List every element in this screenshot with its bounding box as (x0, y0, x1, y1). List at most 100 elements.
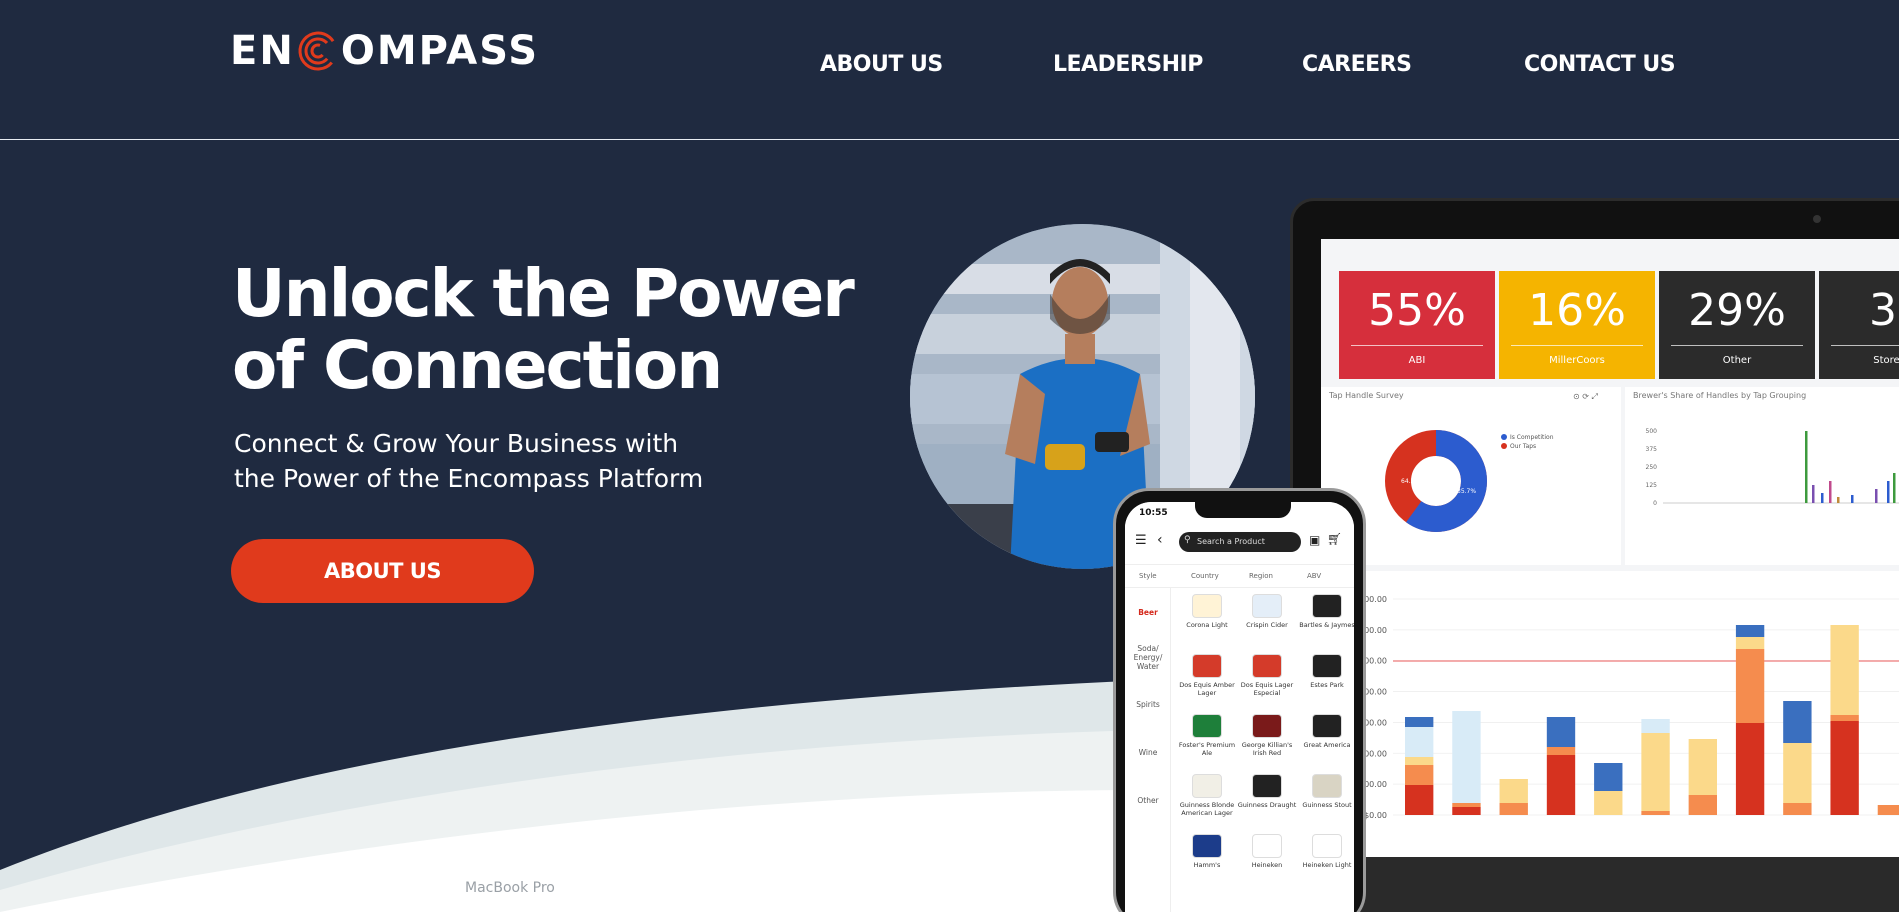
phone-app-header: 10:55 ☰ ‹ Search a Product ⚲ ▣ 🛒︎ (1125, 502, 1354, 562)
stacked-bar-segment (1735, 723, 1765, 815)
product-name: Heineken Light (1302, 861, 1352, 869)
small-bar (1821, 493, 1824, 503)
save-icon[interactable]: ▣ (1309, 533, 1320, 547)
product-name: Bartles & Jaymes (1299, 621, 1354, 629)
nav-leadership[interactable]: LEADERSHIP (1053, 52, 1203, 77)
small-bar (1805, 431, 1808, 503)
product-tile[interactable]: Guinness Stout (1297, 774, 1354, 809)
product-tile[interactable]: Bartles & Jaymes (1297, 594, 1354, 629)
product-tile[interactable]: Hamm's (1177, 834, 1237, 869)
hero-title-line1: Unlock the Power (232, 255, 855, 332)
product-tile[interactable]: Dos Equis Lager Especial (1237, 654, 1297, 697)
category-soda[interactable]: Soda/ Energy/ Water (1125, 644, 1171, 671)
stacked-bar-segment (1783, 803, 1812, 815)
laptop-brand-label: MacBook Pro (465, 880, 555, 896)
product-tile[interactable]: George Killian's Irish Red (1237, 714, 1297, 757)
product-tile[interactable]: Dos Equis Amber Lager (1177, 654, 1237, 697)
cart-icon[interactable]: 🛒︎ (1327, 532, 1342, 546)
product-logo-icon (1252, 654, 1282, 678)
kpi-value: 55% (1368, 285, 1466, 336)
product-name: Estes Park (1310, 681, 1344, 689)
stacked-bar-segment (1499, 803, 1528, 815)
donut-label: 64.2% (1401, 478, 1420, 485)
small-bar (1875, 489, 1878, 503)
stacked-bar-segment (1783, 743, 1812, 803)
product-name: Guinness Draught (1237, 801, 1297, 809)
product-name: Guinness Blonde American Lager (1179, 801, 1235, 817)
nav-contact-us[interactable]: CONTACT US (1524, 52, 1676, 77)
laptop-base (1293, 857, 1899, 912)
panel-title: Tap Handle Survey (1329, 391, 1404, 400)
product-tile[interactable]: Heineken Light (1297, 834, 1354, 869)
product-logo-icon (1192, 594, 1222, 618)
logo-text-right: OMPASS (340, 28, 540, 74)
product-tile[interactable]: Foster's Premium Ale (1177, 714, 1237, 757)
encompass-logo[interactable]: EN OMPASS (230, 26, 539, 76)
stacked-bar-segment (1405, 717, 1434, 727)
product-logo-icon (1192, 774, 1222, 798)
nav-about-us[interactable]: ABOUT US (820, 52, 943, 77)
kpi-card: 29% Other (1659, 271, 1815, 379)
tap-handle-panel: Tap Handle Survey 64.2% 35.7% Is Competi… (1321, 387, 1621, 565)
back-chevron-icon[interactable]: ‹ (1157, 532, 1163, 548)
stacked-bar-segment (1735, 649, 1765, 723)
product-logo-icon (1312, 654, 1342, 678)
filter-country[interactable]: Country (1191, 572, 1219, 580)
small-bar (1837, 497, 1840, 503)
hero-subtitle-line1: Connect & Grow Your Business with (234, 429, 679, 458)
product-logo-icon (1312, 714, 1342, 738)
small-bar (1829, 481, 1832, 503)
small-ytick-label: 375 (1646, 446, 1658, 453)
site-header: EN OMPASS ABOUT US LEADERSHIP CAREERS CO… (0, 0, 1899, 140)
stacked-bar-segment (1499, 779, 1528, 803)
product-name: Hamm's (1193, 861, 1221, 869)
stacked-bar-segment (1688, 795, 1717, 815)
search-icon: ⚲ (1184, 535, 1191, 545)
kpi-label: MillerCoors (1549, 355, 1605, 366)
filter-abv[interactable]: ABV (1307, 572, 1321, 580)
product-tile[interactable]: Guinness Draught (1237, 774, 1297, 809)
stacked-bar-segment (1546, 747, 1576, 755)
filter-region[interactable]: Region (1249, 572, 1273, 580)
stacked-bar-segment (1452, 807, 1481, 815)
stacked-bar-segment (1452, 803, 1481, 807)
donut-chart: 64.2% 35.7% Is Competition Our Taps ⊙ ⟳ … (1385, 392, 1598, 532)
stacked-bar-segment (1735, 637, 1765, 649)
laptop-camera (1813, 215, 1821, 223)
product-tile[interactable]: Great America (1297, 714, 1354, 749)
product-tile[interactable]: Crispin Cider (1237, 594, 1297, 629)
category-spirits[interactable]: Spirits (1125, 700, 1171, 709)
product-tile[interactable]: Estes Park (1297, 654, 1354, 689)
small-ytick-label: 250 (1646, 464, 1658, 471)
product-logo-icon (1312, 834, 1342, 858)
product-logo-icon (1192, 834, 1222, 858)
category-beer[interactable]: Beer (1125, 608, 1171, 617)
category-other[interactable]: Other (1125, 796, 1171, 805)
stacked-bar-segment (1594, 791, 1623, 815)
stacked-bar-segment (1546, 717, 1576, 747)
category-wine[interactable]: Wine (1125, 748, 1171, 757)
nav-careers[interactable]: CAREERS (1302, 52, 1412, 77)
kpi-card: 16% MillerCoors (1499, 271, 1655, 379)
product-logo-icon (1192, 714, 1222, 738)
small-ytick-label: 0 (1653, 500, 1657, 507)
stacked-bar-segment (1641, 811, 1670, 815)
panel-tools-icon: ⊙ ⟳ ⤢ (1573, 392, 1598, 401)
product-tile[interactable]: Heineken (1237, 834, 1297, 869)
filter-style[interactable]: Style (1139, 572, 1157, 580)
product-search-input[interactable]: Search a Product (1179, 532, 1301, 552)
phone-screen: 10:55 ☰ ‹ Search a Product ⚲ ▣ 🛒︎ Style … (1125, 502, 1354, 912)
stacked-bar-segment (1405, 785, 1434, 815)
product-logo-icon (1312, 774, 1342, 798)
ytick-label: $0.00 (1364, 811, 1387, 820)
product-tile[interactable]: Corona Light (1177, 594, 1237, 629)
product-tile[interactable]: Guinness Blonde American Lager (1177, 774, 1237, 817)
kpi-label: Stores Su (1873, 355, 1899, 366)
menu-icon[interactable]: ☰ (1135, 533, 1147, 548)
product-name: Crispin Cider (1246, 621, 1288, 629)
phone-mockup: 10:55 ☰ ‹ Search a Product ⚲ ▣ 🛒︎ Style … (1113, 488, 1366, 912)
about-us-button[interactable]: ABOUT US (231, 539, 534, 603)
product-name: Foster's Premium Ale (1178, 741, 1236, 757)
kpi-card: 55% ABI (1339, 271, 1495, 379)
product-name: George Killian's Irish Red (1241, 741, 1293, 757)
